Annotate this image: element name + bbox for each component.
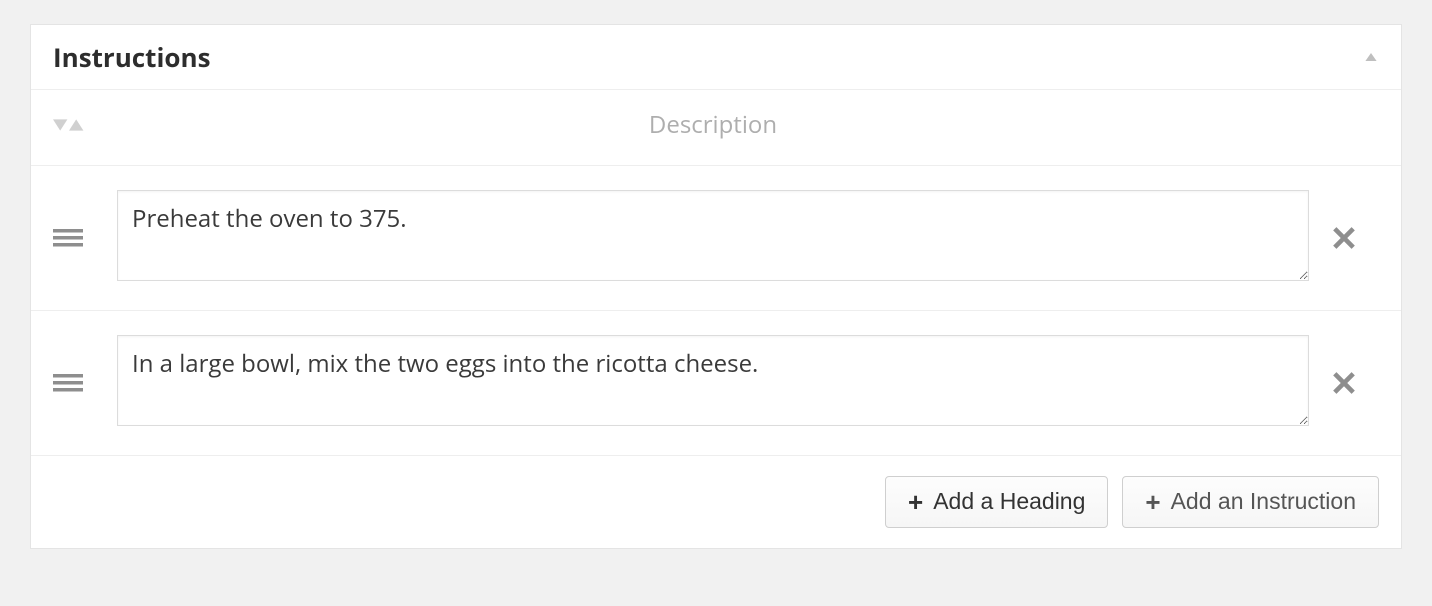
instruction-textarea[interactable] [117, 335, 1309, 426]
panel-footer: + Add a Heading + Add an Instruction [31, 456, 1401, 548]
add-heading-label: Add a Heading [933, 490, 1085, 513]
panel-title: Instructions [53, 39, 211, 75]
plus-icon: + [1145, 489, 1160, 515]
column-header-row: Description [31, 90, 1401, 166]
add-heading-button[interactable]: + Add a Heading [885, 476, 1108, 528]
add-instruction-label: Add an Instruction [1171, 490, 1356, 513]
sort-icon[interactable] [53, 116, 85, 134]
collapse-icon[interactable] [1363, 49, 1379, 65]
instruction-textarea[interactable] [117, 190, 1309, 281]
delete-icon[interactable] [1331, 370, 1357, 396]
description-column-label: Description [649, 108, 777, 141]
drag-handle-icon[interactable] [53, 372, 83, 394]
delete-icon[interactable] [1331, 225, 1357, 251]
instruction-row [31, 166, 1401, 311]
instruction-row [31, 311, 1401, 456]
add-instruction-button[interactable]: + Add an Instruction [1122, 476, 1379, 528]
plus-icon: + [908, 489, 923, 515]
drag-handle-icon[interactable] [53, 227, 83, 249]
instructions-panel: Instructions Description [30, 24, 1402, 549]
panel-header: Instructions [31, 25, 1401, 90]
